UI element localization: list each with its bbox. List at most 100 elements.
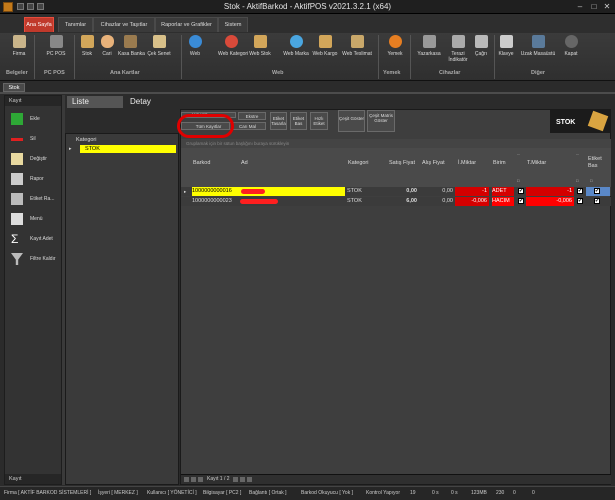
sidebar-item-ekle[interactable]: Ekle: [9, 112, 61, 128]
cari-mal-combo[interactable]: Carı Mal: [229, 122, 266, 130]
column-header-i-miktar[interactable]: İ.Miktar: [458, 160, 476, 166]
klavye-button[interactable]: Klavye: [497, 35, 515, 65]
sidebar-item-rapor[interactable]: Rapor: [9, 172, 61, 188]
sidebar-item-sil[interactable]: Sil: [9, 132, 61, 148]
close-icon[interactable]: ✕: [601, 2, 613, 12]
uzak-masaustu-button[interactable]: Uzak Masaüstü: [520, 35, 556, 65]
cell-birim[interactable]: HACIM: [492, 197, 514, 206]
ribbon-group-label: PC POS: [44, 70, 65, 76]
cell-i-miktar[interactable]: -1: [455, 187, 489, 196]
web-kategori-button[interactable]: Web Kategori: [218, 35, 248, 65]
etiket-tasarla-button[interactable]: Etiket Tasarla: [270, 112, 287, 130]
cell-satis-fiyat[interactable]: 6,00: [387, 197, 417, 206]
web-marka-button[interactable]: Web Marka: [283, 35, 309, 65]
flag-checkbox[interactable]: ✔: [577, 198, 583, 204]
tab-cihazlar[interactable]: Cihazlar ve Taşıtlar: [93, 17, 155, 32]
ekstre-button[interactable]: Ekstre: [238, 112, 266, 120]
sidebar-item-filtre-kaldir[interactable]: Filtre Kaldır: [9, 252, 61, 268]
tab-liste[interactable]: Liste: [67, 96, 123, 108]
prev-page-icon[interactable]: [191, 477, 196, 482]
cesit-goster-button[interactable]: Çeşit Göster: [338, 110, 365, 132]
stok-button[interactable]: Stok: [80, 35, 94, 65]
sidebar-item-menu[interactable]: Menü: [9, 212, 61, 228]
redacted-name: [240, 199, 278, 204]
tab-detay[interactable]: Detay: [125, 96, 181, 108]
column-header-alis-fiyat[interactable]: Alış Fiyat: [422, 160, 445, 166]
web-button[interactable]: Web: [188, 35, 202, 65]
sidebar-item-degistir[interactable]: Değiştir: [9, 152, 61, 168]
hizli-etiket-button[interactable]: Hızlı Etiket: [310, 112, 328, 130]
column-header-flag[interactable]: ...: [576, 151, 579, 156]
table-row[interactable]: 1000000000023 STOK 6,00 0,00 -0,006 HACI…: [181, 197, 611, 206]
sidebar-item-etiket-rapor[interactable]: Etiket Ra...: [9, 192, 61, 208]
cell-birim[interactable]: ADET: [492, 187, 514, 196]
cash-register-icon: [422, 35, 436, 48]
next-page-icon[interactable]: [240, 477, 245, 482]
etiket-bas-checkbox[interactable]: ✔: [594, 198, 600, 204]
cell-kategori[interactable]: STOK: [347, 187, 387, 196]
cell-t-miktar[interactable]: -0,006: [526, 197, 574, 206]
filter-row-icon[interactable]: □: [590, 178, 592, 183]
remote-desktop-icon: [531, 35, 545, 48]
cell-barkod[interactable]: 1000000000016: [192, 187, 241, 196]
flag-checkbox[interactable]: ✔: [518, 188, 524, 194]
flag-checkbox[interactable]: ✔: [518, 198, 524, 204]
tab-raporlar[interactable]: Raporlar ve Grafikler: [155, 17, 218, 32]
tab-ana-sayfa[interactable]: Ana Sayfa: [24, 17, 54, 32]
cari-button[interactable]: Cari: [100, 35, 114, 65]
title-bar: Stok - AktifBarkod - AktifPOS v2021.3.2.…: [0, 0, 615, 14]
cell-alis-fiyat[interactable]: 0,00: [419, 187, 453, 196]
filter-row-icon[interactable]: □: [517, 178, 519, 183]
kasa-banka-button[interactable]: Kasa Banka: [118, 35, 145, 65]
filter-row-icon[interactable]: □: [576, 178, 578, 183]
cell-alis-fiyat[interactable]: 0,00: [419, 197, 453, 206]
tab-stok-document[interactable]: Stok: [3, 83, 25, 92]
tab-tanimlar[interactable]: Tanımlar: [58, 17, 93, 32]
web-stok-button[interactable]: Web Stok: [247, 35, 273, 65]
sidebar-item-kayit-adet[interactable]: Σ Kayıt Adet: [9, 232, 61, 248]
cell-satis-fiyat[interactable]: 0,00: [387, 187, 417, 196]
column-header-birim[interactable]: Birim: [493, 160, 506, 166]
last-record-icon[interactable]: [247, 477, 252, 482]
column-header-satis-fiyat[interactable]: Satış Fiyat: [389, 160, 415, 166]
redacted-name: [241, 189, 265, 194]
column-header-etiket-bas[interactable]: Etiket Bas: [588, 156, 606, 170]
cagri-button[interactable]: Çağrı: [472, 35, 490, 65]
column-header-flag[interactable]: ...: [517, 151, 520, 156]
web-teslimat-button[interactable]: Web Teslimat: [341, 35, 373, 65]
firma-button[interactable]: Firma: [8, 35, 30, 65]
cek-senet-button[interactable]: Çek Senet: [146, 35, 172, 65]
status-kullanici: Kullanıcı [ YÖNETİCİ ]: [147, 490, 197, 496]
scale-icon: [451, 35, 465, 48]
yazarkasa-button[interactable]: Yazarkasa: [416, 35, 442, 65]
etiket-bas-checkbox[interactable]: ✔: [594, 188, 600, 194]
tab-sistem[interactable]: Sistem: [218, 17, 248, 32]
action-sidebar: Kayıt Ekle Sil Değiştir Rapor Etiket Ra.…: [4, 95, 62, 485]
cell-barkod[interactable]: 1000000000023: [192, 197, 241, 206]
cell-kategori[interactable]: STOK: [347, 197, 387, 206]
web-kargo-button[interactable]: Web Kargo: [311, 35, 339, 65]
maximize-icon[interactable]: □: [588, 2, 600, 12]
table-row[interactable]: ▸ 1000000000016 STOK 0,00 0,00 -1 ADET ✔…: [181, 187, 611, 196]
cell-t-miktar[interactable]: -1: [526, 187, 574, 196]
phone-icon: [474, 35, 488, 48]
kapat-button[interactable]: Kapat: [562, 35, 580, 65]
minimize-icon[interactable]: –: [574, 2, 586, 12]
flag-checkbox[interactable]: ✔: [577, 188, 583, 194]
column-header-kategori[interactable]: Kategori: [348, 160, 369, 166]
next-record-icon[interactable]: [233, 477, 238, 482]
column-header-barkod[interactable]: Barkod: [193, 160, 210, 166]
etiket-bas-button[interactable]: Etiket Bas: [290, 112, 307, 130]
cell-i-miktar[interactable]: -0,006: [455, 197, 489, 206]
status-time: 0 s: [432, 490, 439, 496]
kategori-row[interactable]: STOK: [80, 145, 176, 153]
first-record-icon[interactable]: [184, 477, 189, 482]
prev-record-icon[interactable]: [198, 477, 203, 482]
column-header-ad[interactable]: Ad: [241, 160, 248, 166]
terazi-button[interactable]: Terazi İndikatör: [446, 35, 470, 65]
filter-remove-icon: [11, 253, 23, 265]
column-header-t-miktar[interactable]: T.Miktar: [527, 160, 546, 166]
yemek-button[interactable]: Yemek: [386, 35, 404, 65]
pc-pos-button[interactable]: PC POS: [44, 35, 68, 65]
cesit-matris-button[interactable]: Çeşit Matris Göster: [367, 110, 395, 132]
